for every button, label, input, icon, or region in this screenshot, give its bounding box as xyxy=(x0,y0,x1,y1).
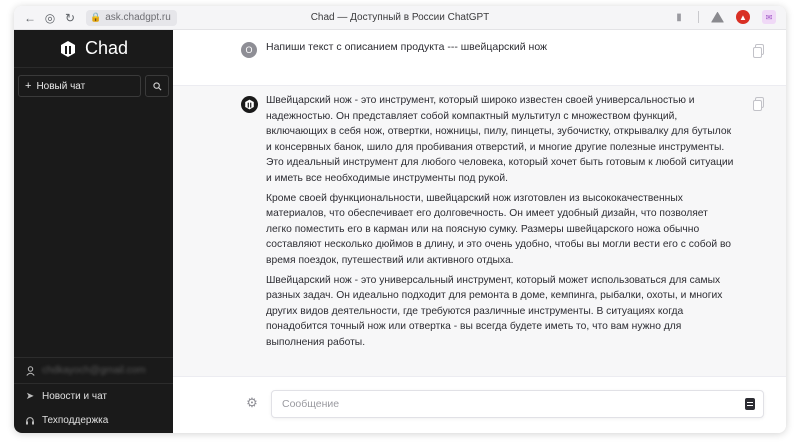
support-icon xyxy=(24,416,36,426)
browser-toolbar: ← ◎ ↻ 🔒 ask.chadgpt.ru Chad — Доступный … xyxy=(14,6,786,30)
chad-logo-icon xyxy=(245,99,254,110)
send-button[interactable] xyxy=(745,398,755,410)
back-icon[interactable]: ← xyxy=(22,10,38,26)
reload-icon[interactable]: ↻ xyxy=(62,10,78,26)
account-email: chdkayoch@gmail.com xyxy=(42,365,146,376)
user-icon xyxy=(24,365,36,376)
chad-logo-icon xyxy=(59,40,77,58)
assistant-message: Швейцарский нож - это инструмент, которы… xyxy=(173,86,786,376)
assistant-avatar xyxy=(241,96,258,113)
user-message: О Напиши текст с описанием продукта --- … xyxy=(173,30,786,86)
browser-actions: ▮ ▲ ✉ xyxy=(672,10,776,24)
account-item[interactable]: chdkayoch@gmail.com xyxy=(14,357,173,383)
sidebar: Chad + Новый чат chdkayoch@gmail.com ➤ Н… xyxy=(14,30,173,433)
lock-icon: 🔒 xyxy=(90,12,102,22)
app-window: ← ◎ ↻ 🔒 ask.chadgpt.ru Chad — Доступный … xyxy=(14,6,786,433)
shield-icon[interactable]: ◎ xyxy=(42,10,58,26)
assistant-paragraph: Швейцарский нож - это универсальный инст… xyxy=(266,274,723,348)
search-button[interactable] xyxy=(145,75,169,97)
brand-name: Chad xyxy=(84,38,129,58)
chat-panel: О Напиши текст с описанием продукта --- … xyxy=(173,30,786,433)
assistant-paragraph: Кроме своей функциональности, швейцарски… xyxy=(266,192,732,266)
news-label: Новости и чат xyxy=(42,390,107,402)
settings-gear-icon[interactable]: ⚙ xyxy=(245,395,259,410)
url-text: ask.chadgpt.ru xyxy=(105,12,171,23)
send-icon: ➤ xyxy=(25,390,35,402)
search-icon xyxy=(152,81,161,90)
news-link[interactable]: ➤ Новости и чат xyxy=(14,383,173,408)
message-input[interactable] xyxy=(282,391,722,417)
bookmark-icon[interactable]: ▮ xyxy=(672,10,686,24)
assistant-message-text: Швейцарский нож - это инструмент, которы… xyxy=(266,93,736,355)
copy-icon[interactable] xyxy=(753,97,764,111)
new-chat-label: Новый чат xyxy=(36,80,86,92)
address-bar[interactable]: 🔒 ask.chadgpt.ru xyxy=(86,9,177,26)
toolbar-divider xyxy=(698,11,699,23)
brand-logo[interactable]: Chad xyxy=(14,30,173,68)
extension-icon[interactable]: ✉ xyxy=(762,10,776,24)
sidebar-footer: chdkayoch@gmail.com ➤ Новости и чат Техп… xyxy=(14,357,173,433)
support-label: Техподдержка xyxy=(42,415,109,426)
support-link[interactable]: Техподдержка xyxy=(14,408,173,433)
plus-icon: + xyxy=(25,80,32,92)
new-chat-button[interactable]: + Новый чат xyxy=(18,75,141,97)
message-input-box xyxy=(271,390,764,418)
user-avatar: О xyxy=(241,42,257,58)
user-message-text: Напиши текст с описанием продукта --- шв… xyxy=(266,41,548,53)
composer: ⚙ xyxy=(173,376,786,433)
extension-icon[interactable]: ▲ xyxy=(736,10,750,24)
new-chat-row: + Новый чат xyxy=(14,68,173,97)
drive-icon[interactable] xyxy=(711,11,724,23)
assistant-paragraph: Швейцарский нож - это инструмент, которы… xyxy=(266,95,734,184)
copy-icon[interactable] xyxy=(753,44,764,58)
